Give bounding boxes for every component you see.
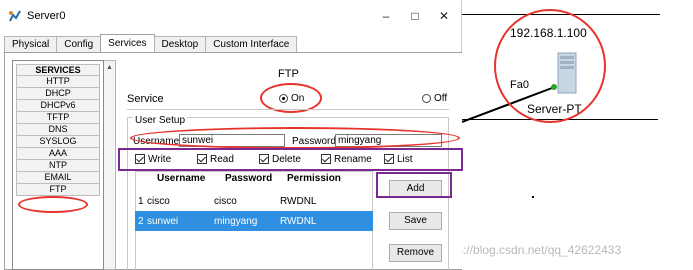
table-row[interactable]: 1 cisco cisco RWDNL (135, 191, 373, 211)
save-button[interactable]: Save (389, 212, 442, 230)
service-item-http[interactable]: HTTP (16, 76, 100, 88)
tab-desktop[interactable]: Desktop (153, 36, 207, 52)
row-username: cisco (147, 196, 170, 207)
row-index: 2 (138, 216, 144, 227)
service-off-radio[interactable] (422, 94, 431, 103)
separator (127, 109, 449, 110)
services-list: SERVICES HTTP DHCP DHCPv6 TFTP DNS SYSLO… (12, 60, 104, 270)
add-button[interactable]: Add (389, 180, 442, 198)
row-permission: RWDNL (280, 196, 317, 207)
row-permission: RWDNL (280, 216, 317, 227)
write-checkbox-label: Write (148, 154, 172, 165)
packet-tracer-app-icon (9, 10, 21, 22)
minimize-button[interactable]: – (374, 7, 398, 25)
services-header: SERVICES (16, 64, 100, 76)
list-checkbox-label: List (397, 154, 413, 165)
services-scrollbar[interactable]: ▲ (104, 60, 116, 270)
close-button[interactable]: ✕ (432, 7, 456, 25)
service-item-ntp[interactable]: NTP (16, 160, 100, 172)
column-header-permission: Permission (287, 173, 341, 184)
column-header-password: Password (225, 173, 273, 184)
window-title: Server0 (27, 10, 66, 22)
service-on-radio[interactable] (279, 94, 288, 103)
read-checkbox[interactable] (197, 154, 207, 164)
write-checkbox[interactable] (135, 154, 145, 164)
canvas-dot (532, 196, 534, 198)
server-icon[interactable] (557, 52, 577, 94)
read-checkbox-label: Read (210, 154, 234, 165)
tab-custom-interface[interactable]: Custom Interface (205, 36, 298, 52)
rename-checkbox-label: Rename (334, 154, 372, 165)
tab-physical[interactable]: Physical (4, 36, 58, 52)
user-setup-legend: User Setup (133, 115, 188, 126)
port-label: Fa0 (510, 79, 529, 91)
delete-checkbox[interactable] (259, 154, 269, 164)
delete-checkbox-label: Delete (272, 154, 301, 165)
server-name-label: Server-PT (527, 102, 582, 116)
tab-bar: Physical Config Services Desktop Custom … (4, 34, 298, 52)
username-label: Username (133, 136, 180, 147)
table-row-selected[interactable]: 2 sunwei mingyang RWDNL (135, 211, 373, 231)
password-label: Password (292, 136, 336, 147)
username-input[interactable] (179, 134, 285, 147)
scroll-up-icon[interactable]: ▲ (106, 64, 113, 71)
row-password: cisco (214, 196, 237, 207)
tab-config[interactable]: Config (56, 36, 102, 52)
server-config-window: Server0 – □ ✕ Physical Config Services D… (0, 0, 463, 270)
rename-checkbox[interactable] (321, 154, 331, 164)
service-on-label: On (291, 93, 305, 104)
watermark-text: https://blog.csdn.net/qq_42622433 (437, 243, 622, 257)
service-label: Service (127, 93, 164, 105)
service-item-aaa[interactable]: AAA (16, 148, 100, 160)
service-item-email[interactable]: EMAIL (16, 172, 100, 184)
password-input[interactable] (335, 134, 442, 147)
tab-services[interactable]: Services (100, 34, 155, 52)
ftp-panel-title: FTP (278, 68, 299, 80)
column-header-username: Username (157, 173, 206, 184)
service-off-label: Off (434, 93, 448, 104)
remove-button[interactable]: Remove (389, 244, 442, 262)
row-username: sunwei (147, 216, 179, 227)
maximize-button[interactable]: □ (403, 7, 427, 25)
row-password: mingyang (214, 216, 258, 227)
service-item-dns[interactable]: DNS (16, 124, 100, 136)
service-item-dhcp[interactable]: DHCP (16, 88, 100, 100)
list-checkbox[interactable] (384, 154, 394, 164)
title-bar[interactable]: Server0 – □ ✕ (0, 0, 461, 32)
service-item-tftp[interactable]: TFTP (16, 112, 100, 124)
service-item-ftp[interactable]: FTP (16, 184, 100, 196)
row-index: 1 (138, 196, 144, 207)
service-item-dhcpv6[interactable]: DHCPv6 (16, 100, 100, 112)
server-ip-label: 192.168.1.100 (510, 26, 587, 40)
service-item-syslog[interactable]: SYSLOG (16, 136, 100, 148)
